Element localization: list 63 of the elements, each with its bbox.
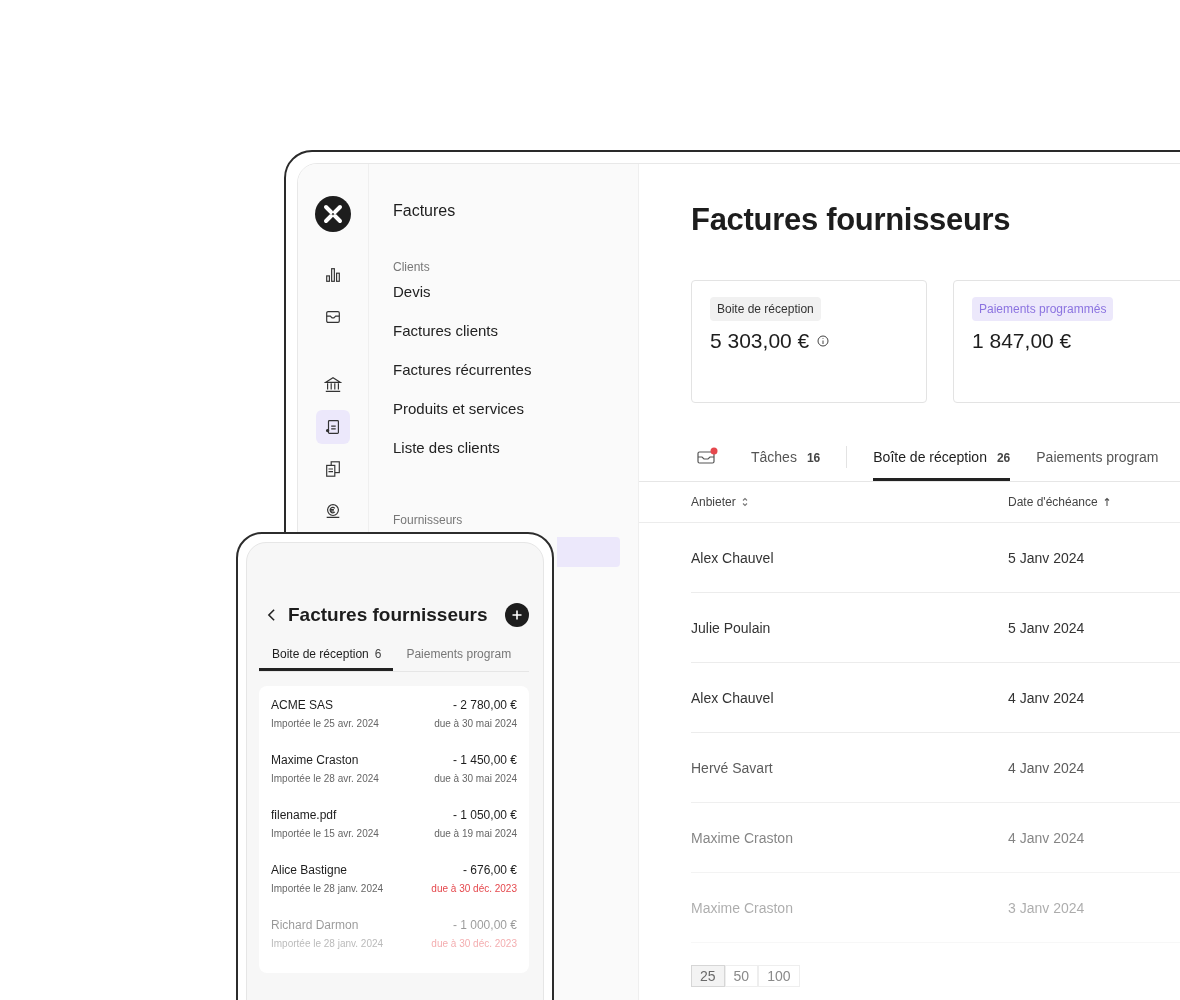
nav-section-heading: Fournisseurs	[393, 513, 464, 527]
page-title: Factures fournisseurs	[691, 202, 1012, 238]
invoice-name[interactable]: Alice Bastigne	[271, 863, 348, 877]
add-icon[interactable]	[505, 603, 529, 627]
due-date-cell: 5 Janv 2024	[1008, 619, 1085, 636]
import-date: Importée le 28 janv. 2024	[271, 938, 384, 949]
due-date-cell: 4 Janv 2024	[1008, 689, 1085, 706]
column-header[interactable]: Date d'échéance	[1008, 495, 1098, 509]
due-date-cell: 5 Janv 2024	[1008, 549, 1085, 566]
invoice-icon[interactable]	[316, 410, 350, 444]
supplier-cell-text: Maxime Craston	[691, 899, 794, 916]
inbox-notification-icon	[697, 446, 719, 465]
due-date-cell: 3 Janv 2024	[1008, 899, 1085, 916]
sort-ascending-icon[interactable]	[1103, 497, 1110, 507]
sort-icon[interactable]	[741, 497, 748, 507]
supplier-cell-text: Alex Chauvel	[691, 689, 775, 706]
due-date-cell: 4 Janv 2024	[1008, 829, 1085, 846]
due-date: due à 30 mai 2024	[434, 718, 517, 729]
back-icon[interactable]	[267, 608, 276, 622]
due-date-cell: 4 Janv 2024	[1008, 759, 1085, 776]
due-date: due à 19 mai 2024	[434, 828, 517, 839]
invoice-amount: - 1 450,00 €	[452, 753, 517, 767]
supplier-cell-text: Maxime Craston	[691, 829, 794, 846]
due-date: due à 30 mai 2024	[434, 773, 517, 784]
tab[interactable]: Paiements program	[1036, 433, 1159, 481]
nav-title: Factures	[393, 202, 457, 220]
import-date: Importée le 28 avr. 2024	[271, 773, 379, 784]
card-tag: Boite de réception	[710, 297, 821, 321]
due-date: due à 30 déc. 2023	[431, 883, 517, 894]
nav-item[interactable]: Devis	[393, 282, 620, 321]
nav-item[interactable]: Liste des clients	[393, 438, 620, 477]
import-date: Importée le 28 janv. 2024	[271, 883, 384, 894]
nav-item[interactable]: Produits et services	[393, 399, 620, 438]
logo-icon	[315, 196, 351, 232]
mobile-title: Factures fournisseurs	[288, 604, 489, 626]
card-amount: 1 847,00 €	[972, 329, 1072, 353]
mobile-tab[interactable]: Paiements program	[393, 641, 524, 671]
supplier-cell-text: Alex Chauvel	[691, 549, 775, 566]
mobile-tab[interactable]: Boite de réception 6	[259, 641, 394, 671]
due-date: due à 30 déc. 2023	[431, 938, 517, 949]
invoice-amount: - 2 780,00 €	[452, 698, 517, 712]
import-date: Importée le 25 avr. 2024	[271, 718, 379, 729]
tab[interactable]: Tâches 16	[751, 433, 821, 481]
card-amount: 5 303,00 €	[710, 329, 810, 353]
page-size-option[interactable]: 100	[758, 965, 800, 987]
invoice-amount: - 1 050,00 €	[452, 808, 517, 822]
nav-item[interactable]: Factures récurrentes	[393, 360, 620, 399]
import-date: Importée le 15 avr. 2024	[271, 828, 379, 839]
nav-item[interactable]: Factures clients	[393, 321, 620, 360]
column-header[interactable]: Anbieter	[691, 495, 736, 509]
invoice-amount: - 676,00 €	[462, 863, 517, 877]
page-size-option[interactable]: 50	[724, 965, 759, 987]
invoice-amount: - 1 000,00 €	[452, 918, 517, 932]
supplier-cell-text: Julie Poulain	[691, 619, 772, 636]
invoice-name[interactable]: Maxime Craston	[271, 753, 359, 767]
nav-section-heading: Clients	[393, 260, 431, 274]
card-tag: Paiements programmés	[972, 297, 1114, 321]
supplier-cell-text: Hervé Savart	[691, 759, 774, 776]
tab[interactable]: Boîte de réception 26	[873, 433, 1011, 481]
page-size-option[interactable]: 25	[691, 965, 725, 987]
invoice-name[interactable]: filename.pdf	[271, 808, 337, 822]
info-icon[interactable]	[817, 335, 830, 347]
invoice-name[interactable]: ACME SAS	[271, 698, 333, 712]
